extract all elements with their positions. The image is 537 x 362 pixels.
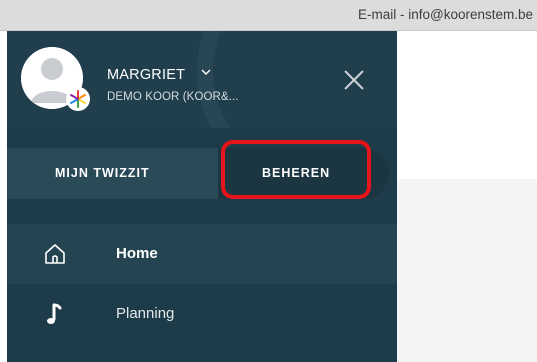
contact-email-link[interactable]: E-mail - info@koorenstem.be [358, 7, 533, 22]
home-icon [45, 244, 65, 264]
app-root: E-mail - info@koorenstem.be MARGRIET DEM… [0, 0, 537, 362]
sidebar-item-planning[interactable]: Planning [7, 284, 397, 344]
highlight-box [221, 140, 371, 199]
sidebar-header: MARGRIET DEMO KOOR (KOOR&... [7, 31, 397, 128]
organization-logo-icon [66, 87, 90, 111]
organization-name: DEMO KOOR (KOOR&... [107, 91, 239, 103]
sidebar-item-home[interactable]: Home [7, 224, 397, 284]
chevron-down-icon[interactable] [199, 65, 213, 79]
close-icon[interactable] [341, 67, 367, 93]
music-note-icon [47, 303, 62, 324]
tab-mijn-twizzit-label: MIJN TWIZZIT [55, 166, 150, 180]
tab-mijn-twizzit[interactable]: MIJN TWIZZIT [7, 148, 217, 199]
sidebar-item-label: Home [116, 245, 158, 262]
sidebar-item-label: Planning [116, 305, 175, 322]
main-content [397, 31, 537, 362]
top-bar: E-mail - info@koorenstem.be [0, 0, 537, 31]
content-background-strip [397, 179, 537, 362]
sidebar-nav: Home Planning [7, 224, 397, 344]
user-name[interactable]: MARGRIET [107, 67, 185, 83]
